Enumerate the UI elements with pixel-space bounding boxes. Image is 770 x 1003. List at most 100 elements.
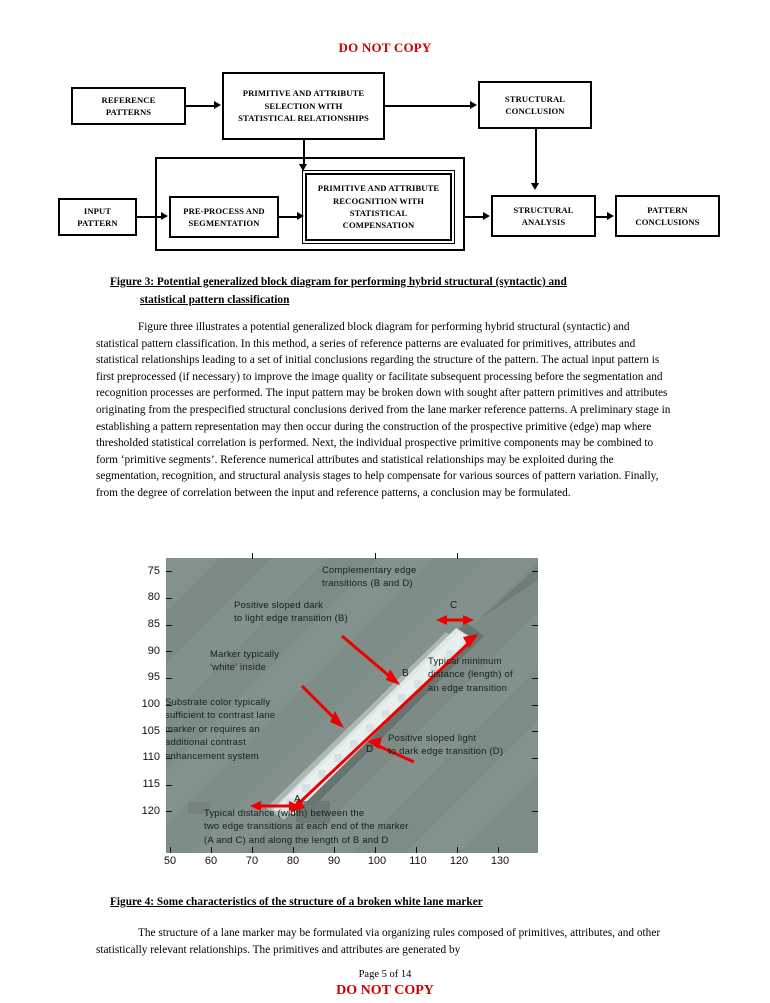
connector-recognition-to-analysis [465, 216, 484, 218]
xtickmark-80 [293, 847, 294, 853]
ytick-95: 95 [147, 671, 160, 683]
box-input-pattern-label: INPUT PATTERN [77, 205, 118, 228]
arrowhead-input-to-preprocess [161, 212, 168, 220]
page-number: Page 5 of 14 [358, 969, 412, 980]
xtickmark-70 [252, 847, 253, 853]
xtickmark-top-70 [252, 553, 253, 559]
ytick-120: 120 [141, 805, 160, 817]
xtick-100: 100 [367, 855, 387, 867]
ytickmark-80 [166, 598, 172, 599]
figure4-lane-marker-plot: Complementary edge transitions (B and D)… [130, 545, 550, 867]
plot-axes: Complementary edge transitions (B and D)… [130, 545, 550, 867]
document-page: DO NOT COPY REFERENCE PATTERNS PRIMITIVE… [0, 0, 770, 1003]
connector-input-to-preprocess [137, 216, 162, 218]
marker-faint-tail [478, 566, 538, 620]
ytickmark-right-85 [532, 625, 538, 626]
ytickmark-95 [166, 678, 172, 679]
ytick-100: 100 [141, 698, 160, 710]
ytickmark-right-75 [532, 571, 538, 572]
connector-preprocess-to-recognition [279, 216, 298, 218]
arrow-head-c-right [463, 615, 474, 625]
xtick-60: 60 [204, 855, 218, 867]
figure4-body-paragraph: The structure of a lane marker may be fo… [96, 925, 674, 958]
arrowhead-conclusion-down [531, 183, 539, 190]
xtickmark-top-120 [457, 553, 458, 559]
annotation-substrate-color: Substrate color typically sufficient to … [166, 697, 276, 762]
arrowhead-preprocess-to-recognition [297, 212, 304, 220]
arrow-head-b [386, 669, 400, 685]
annotation-typical-minimum-distance: Typical minimum distance (length) of an … [428, 656, 513, 694]
xtick-80: 80 [286, 855, 300, 867]
box-primitive-attribute-recognition-label: PRIMITIVE AND ATTRIBUTE RECOGNITION WITH… [317, 183, 440, 231]
point-label-b: B [402, 668, 409, 679]
box-primitive-attribute-recognition: PRIMITIVE AND ATTRIBUTE RECOGNITION WITH… [302, 170, 455, 244]
ytickmark-90 [166, 651, 172, 652]
box-structural-analysis-label: STRUCTURAL ANALYSIS [513, 204, 574, 227]
xtickmark-130 [498, 847, 499, 853]
ytick-90: 90 [147, 645, 160, 657]
box-structural-conclusion-label: STRUCTURAL CONCLUSION [504, 93, 566, 116]
ytickmark-right-110 [532, 758, 538, 759]
box-structural-conclusion: STRUCTURAL CONCLUSION [478, 81, 592, 129]
ytickmark-right-105 [532, 731, 538, 732]
ytick-110: 110 [142, 751, 160, 763]
arrowhead-analysis-to-conclusions [607, 212, 614, 220]
xtick-120: 120 [449, 855, 469, 867]
ytick-105: 105 [141, 725, 160, 737]
plot-image-area: Complementary edge transitions (B and D)… [166, 558, 538, 853]
figure4-caption: Figure 4: Some characteristics of the st… [110, 896, 483, 908]
ytickmark-85 [166, 625, 172, 626]
arrowhead-selection-down [299, 164, 307, 171]
ytick-80: 80 [147, 591, 160, 603]
ytickmark-105 [166, 731, 172, 732]
arrow-head-c-left [436, 615, 447, 625]
box-reference-patterns: REFERENCE PATTERNS [71, 87, 186, 125]
xtick-50: 50 [163, 855, 177, 867]
connector-conclusion-down [535, 129, 537, 185]
xtickmark-90 [334, 847, 335, 853]
ytickmark-100 [166, 705, 172, 706]
ytickmark-right-95 [532, 678, 538, 679]
connector-selection-to-conclusion [385, 105, 471, 107]
xtickmark-50 [170, 847, 171, 853]
box-input-pattern: INPUT PATTERN [58, 198, 137, 236]
connector-refpatterns-to-selection [186, 105, 215, 107]
ytickmark-75 [166, 571, 172, 572]
point-label-c: C [450, 600, 458, 611]
ytick-85: 85 [147, 618, 160, 630]
ytick-75: 75 [147, 565, 160, 577]
ytickmark-120 [166, 811, 172, 812]
annotation-positive-light-to-dark: Positive sloped light to dark edge trans… [388, 733, 504, 758]
block-diagram-figure3: REFERENCE PATTERNS PRIMITIVE AND ATTRIBU… [0, 62, 770, 262]
figure3-body-paragraph: Figure three illustrates a potential gen… [96, 319, 674, 502]
arrowhead-selection-to-conclusion [470, 101, 477, 109]
box-primitive-attribute-selection-label: PRIMITIVE AND ATTRIBUTE SELECTION WITH S… [238, 88, 369, 124]
arrow-head-white-inside [330, 711, 344, 728]
xtick-90: 90 [327, 855, 341, 867]
xtick-130: 130 [490, 855, 510, 867]
arrowhead-recognition-to-analysis [483, 212, 490, 220]
point-label-d: D [366, 744, 374, 755]
xtickmark-110 [416, 847, 417, 853]
xtick-70: 70 [245, 855, 259, 867]
box-structural-analysis: STRUCTURAL ANALYSIS [491, 195, 596, 237]
ytickmark-115 [166, 785, 172, 786]
annotation-complementary-edge: Complementary edge transitions (B and D) [322, 565, 417, 590]
ytickmark-right-100 [532, 705, 538, 706]
box-preprocess-segmentation-label: PRE-PROCESS AND SEGMENTATION [183, 205, 265, 228]
box-pattern-conclusions: PATTERN CONCLUSIONS [615, 195, 720, 237]
do-not-copy-watermark-bottom: DO NOT COPY [336, 983, 434, 998]
xtickmark-top-100 [375, 553, 376, 559]
annotation-positive-dark-to-light: Positive sloped dark to light edge trans… [234, 600, 348, 625]
arrow-line-b [341, 634, 395, 682]
xtick-110: 110 [409, 855, 427, 867]
figure4-body-text: The structure of a lane marker may be fo… [96, 927, 661, 956]
figure3-caption-line2: statistical pattern classification [140, 294, 290, 306]
connector-selection-down [303, 140, 305, 166]
figure3-caption-line1: Figure 3: Potential generalized block di… [110, 276, 567, 288]
xtickmark-100 [375, 847, 376, 853]
ytickmark-110 [166, 758, 172, 759]
annotation-marker-white-inside: Marker typically 'white' inside [210, 649, 280, 674]
box-pattern-conclusions-label: PATTERN CONCLUSIONS [635, 204, 700, 227]
annotation-typical-width: Typical distance (width) between the two… [204, 808, 409, 846]
